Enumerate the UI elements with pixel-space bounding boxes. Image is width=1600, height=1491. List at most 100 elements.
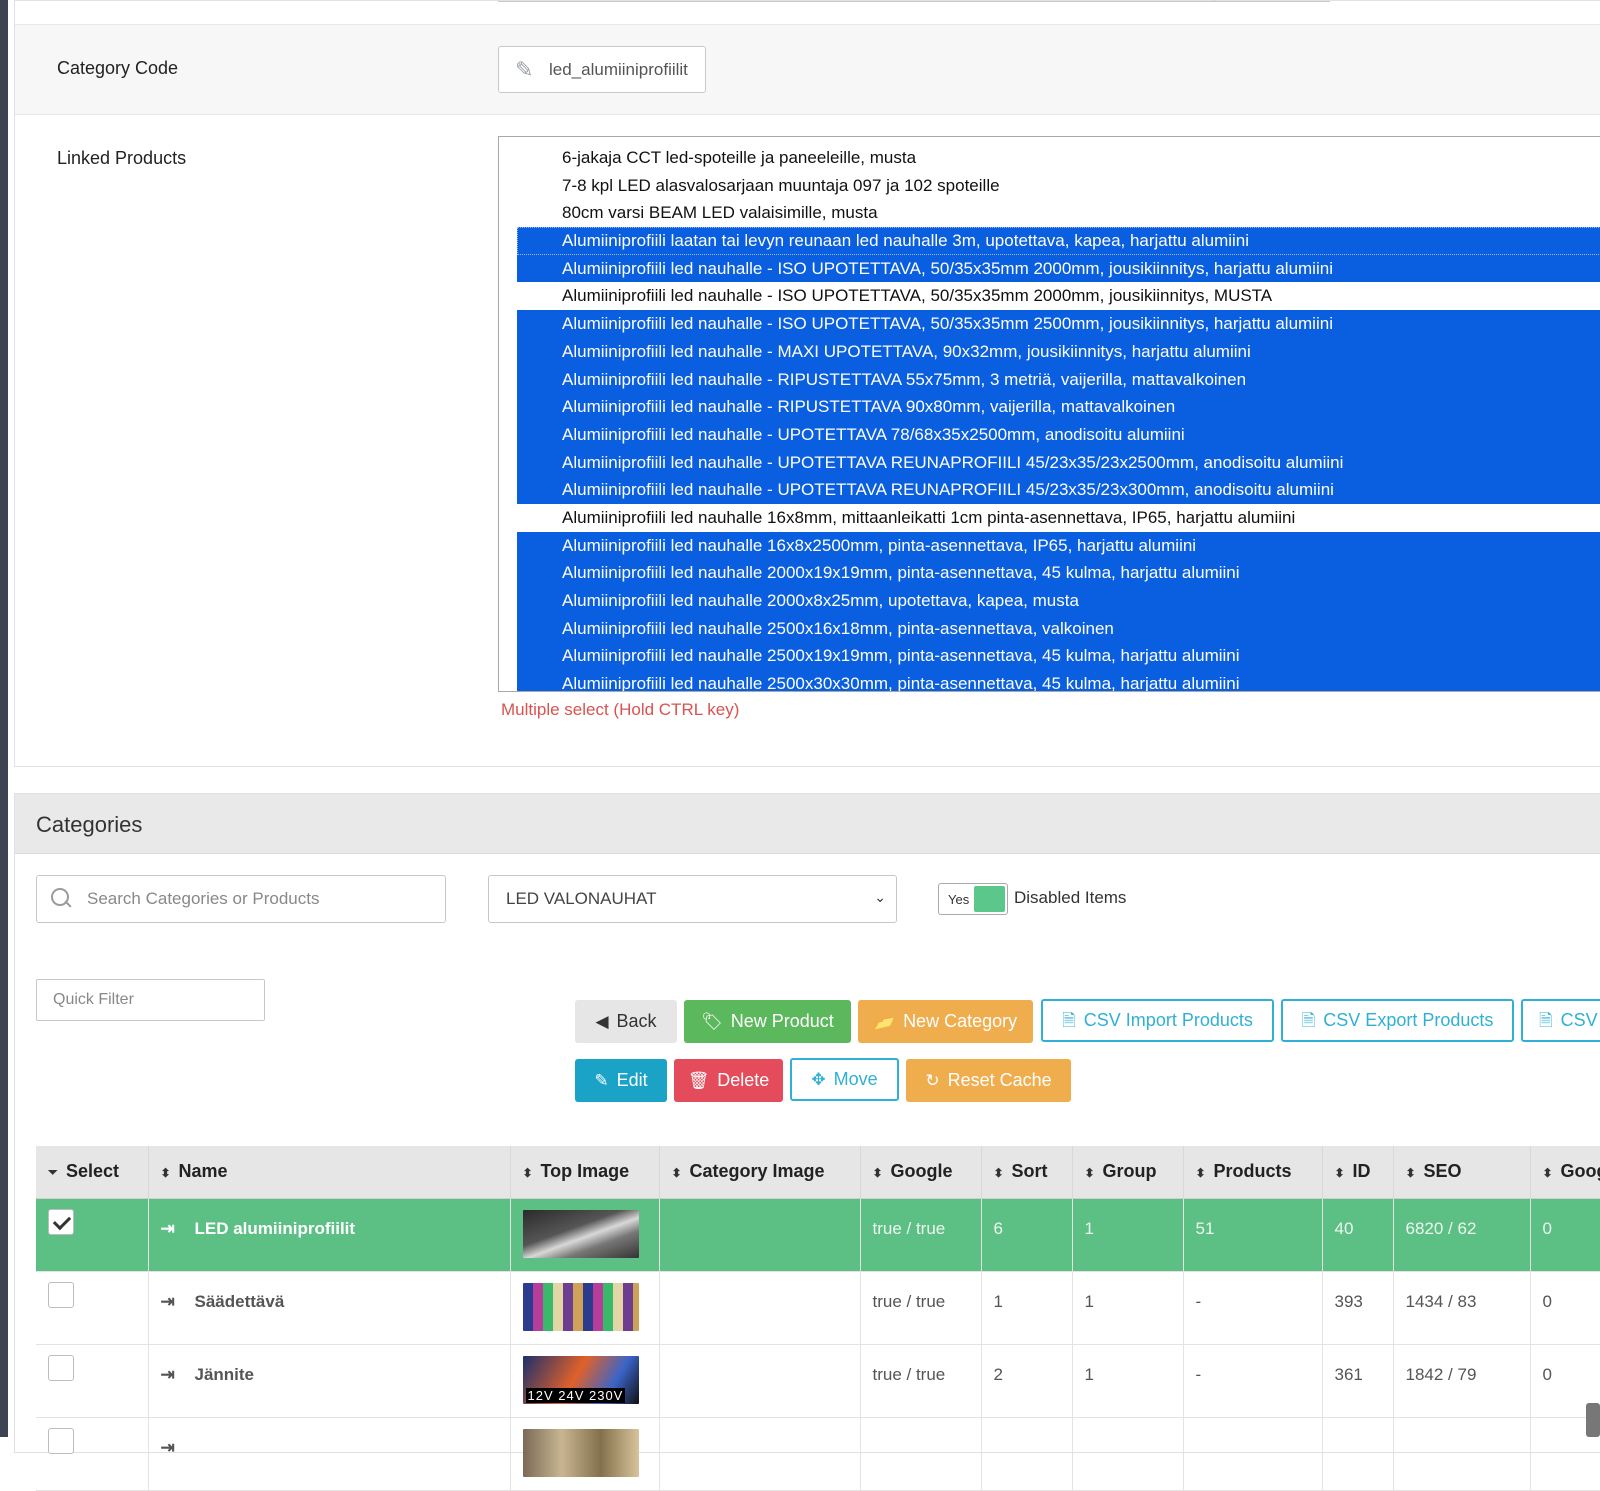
column-label: Category Image	[690, 1161, 825, 1181]
linked-product-option[interactable]: Alumiiniprofiili led nauhalle 16x8mm, mi…	[517, 504, 1600, 532]
column-label: Sort	[1012, 1161, 1048, 1181]
categories-table: ⏷Select ⬍Name ⬍Top Image ⬍Category Image…	[36, 1146, 1600, 1491]
linked-product-option[interactable]: Alumiiniprofiili led nauhalle 2000x8x25m…	[517, 587, 1600, 615]
linked-products-multiselect[interactable]: 6-jakaja CCT led-spoteille ja paneeleill…	[498, 136, 1600, 692]
name-cell[interactable]: ⇥	[148, 1417, 510, 1490]
search-box[interactable]	[36, 875, 446, 923]
linked-product-option[interactable]: Alumiiniprofiili led nauhalle 2500x19x19…	[517, 642, 1600, 670]
edit-label: Edit	[617, 1070, 648, 1091]
column-header-group[interactable]: ⬍Group	[1072, 1146, 1183, 1198]
column-header-id[interactable]: ⬍ ID	[1322, 1146, 1393, 1198]
group-cell	[1072, 1417, 1183, 1490]
select-cell[interactable]	[36, 1198, 148, 1271]
column-header-seo[interactable]: ⬍SEO	[1393, 1146, 1530, 1198]
quick-filter-input[interactable]	[51, 990, 251, 1010]
linked-product-option[interactable]: Alumiiniprofiili led nauhalle - MAXI UPO…	[517, 338, 1600, 366]
scrollbar-thumb[interactable]	[1586, 1403, 1600, 1437]
name-cell[interactable]: ⇥Jännite	[148, 1344, 510, 1417]
category-code-field[interactable]: ✎ led_alumiiniprofiilit	[498, 46, 706, 93]
new-product-button[interactable]: 🏷 New Product	[684, 1000, 851, 1043]
sort-icon: ⬍	[1196, 1166, 1206, 1180]
row-checkbox[interactable]	[48, 1428, 74, 1454]
top-image-cell	[510, 1198, 659, 1271]
select-cell[interactable]	[36, 1417, 148, 1490]
table-row[interactable]: ⇥Jännite12V 24V 230Vtrue / true21-361184…	[36, 1344, 1600, 1417]
top-image-thumbnail	[523, 1210, 639, 1258]
linked-product-option[interactable]: Alumiiniprofiili led nauhalle - ISO UPOT…	[517, 282, 1600, 310]
name-cell[interactable]: ⇥Säädettävä	[148, 1271, 510, 1344]
table-row[interactable]: ⇥	[36, 1417, 1600, 1490]
row-checkbox[interactable]	[48, 1282, 74, 1308]
column-header-goog[interactable]: ⬍Goog	[1530, 1146, 1600, 1198]
column-header-google[interactable]: ⬍Google	[860, 1146, 981, 1198]
csv-export-button[interactable]: 🗎 CSV Export Products	[1281, 999, 1514, 1042]
delete-button[interactable]: 🗑 Delete	[674, 1059, 783, 1102]
linked-product-option[interactable]: Alumiiniprofiili led nauhalle - UPOTETTA…	[517, 421, 1600, 449]
group-cell: 1	[1072, 1198, 1183, 1271]
column-header-select[interactable]: ⏷Select	[36, 1146, 148, 1198]
linked-product-option[interactable]: Alumiiniprofiili led nauhalle - RIPUSTET…	[517, 366, 1600, 394]
linked-product-option[interactable]: 80cm varsi BEAM LED valaisimille, musta	[517, 199, 1600, 227]
select-cell[interactable]	[36, 1271, 148, 1344]
sign-in-icon: ⇥	[161, 1292, 183, 1312]
seo-cell: 1434 / 83	[1393, 1271, 1530, 1344]
row-checkbox[interactable]	[48, 1209, 74, 1235]
linked-product-option[interactable]: Alumiiniprofiili led nauhalle 2500x30x30…	[517, 670, 1600, 692]
column-header-sort[interactable]: ⬍ Sort	[981, 1146, 1072, 1198]
column-header-products[interactable]: ⬍Products	[1183, 1146, 1322, 1198]
column-header-top-image[interactable]: ⬍Top Image	[510, 1146, 659, 1198]
top-image-cell	[510, 1417, 659, 1490]
quick-filter-box[interactable]	[36, 979, 265, 1021]
linked-product-option[interactable]: Alumiiniprofiili led nauhalle 2500x16x18…	[517, 615, 1600, 643]
sort-icon: ⬍	[994, 1166, 1004, 1180]
linked-product-option[interactable]: 7-8 kpl LED alasvalosarjaan muuntaja 097…	[517, 172, 1600, 200]
linked-product-option[interactable]: Alumiiniprofiili led nauhalle - RIPUSTET…	[517, 393, 1600, 421]
select-cell[interactable]	[36, 1344, 148, 1417]
linked-product-option[interactable]: Alumiiniprofiili led nauhalle - ISO UPOT…	[517, 310, 1600, 338]
category-select[interactable]: LED VALONAUHAT ⌄	[488, 875, 897, 923]
csv-import-button[interactable]: 🗎 CSV Import Products	[1041, 999, 1274, 1042]
linked-products-label: Linked Products	[57, 148, 186, 169]
table-row[interactable]: ⇥LED alumiiniprofiilittrue / true6151406…	[36, 1198, 1600, 1271]
sort-cell: 1	[981, 1271, 1072, 1344]
table-header-row: ⏷Select ⬍Name ⬍Top Image ⬍Category Image…	[36, 1146, 1600, 1198]
table-row[interactable]: ⇥Säädettävätrue / true11-3931434 / 830	[36, 1271, 1600, 1344]
edit-button[interactable]: ✎ Edit	[575, 1059, 667, 1102]
linked-product-option[interactable]: Alumiiniprofiili led nauhalle - UPOTETTA…	[517, 476, 1600, 504]
back-button-label: Back	[617, 1011, 657, 1032]
new-category-button[interactable]: 📂 New Category	[858, 1000, 1033, 1043]
column-label: ID	[1353, 1161, 1371, 1181]
reset-cache-label: Reset Cache	[948, 1070, 1052, 1091]
chevron-down-icon: ⌄	[874, 889, 886, 906]
search-input[interactable]	[85, 888, 415, 910]
id-cell: 40	[1322, 1198, 1393, 1271]
category-name: LED alumiiniprofiilit	[195, 1219, 356, 1238]
linked-product-option[interactable]: 6-jakaja CCT led-spoteille ja paneeleill…	[517, 144, 1600, 172]
linked-product-option[interactable]: Alumiiniprofiili led nauhalle 2000x19x19…	[517, 559, 1600, 587]
column-label: Goog	[1561, 1161, 1600, 1181]
products-cell	[1183, 1417, 1322, 1490]
name-cell[interactable]: ⇥LED alumiiniprofiilit	[148, 1198, 510, 1271]
csv-import-label: CSV Import Products	[1084, 1010, 1253, 1031]
linked-product-option[interactable]: Alumiiniprofiili led nauhalle - UPOTETTA…	[517, 449, 1600, 477]
sort-icon: ⬍	[1335, 1166, 1345, 1180]
reset-cache-button[interactable]: ↻ Reset Cache	[906, 1059, 1071, 1102]
sort-cell	[981, 1417, 1072, 1490]
back-button[interactable]: ◀ Back	[575, 1000, 677, 1043]
sign-in-icon: ⇥	[161, 1365, 183, 1385]
row-checkbox[interactable]	[48, 1355, 74, 1381]
sign-in-icon: ⇥	[161, 1438, 183, 1458]
linked-product-option[interactable]: Alumiiniprofiili laatan tai levyn reunaa…	[517, 227, 1600, 255]
csv-extra-button[interactable]: 🗎 CSV	[1521, 999, 1600, 1042]
toggle-knob	[974, 886, 1005, 912]
column-header-name[interactable]: ⬍Name	[148, 1146, 510, 1198]
disabled-items-toggle[interactable]: Yes	[938, 883, 1008, 915]
move-button[interactable]: ✥ Move	[790, 1058, 899, 1101]
column-header-category-image[interactable]: ⬍Category Image	[659, 1146, 860, 1198]
top-image-thumbnail: 12V 24V 230V	[523, 1356, 639, 1404]
id-cell: 393	[1322, 1271, 1393, 1344]
voltage-label: 12V 24V 230V	[526, 1388, 626, 1403]
linked-product-option[interactable]: Alumiiniprofiili led nauhalle 16x8x2500m…	[517, 532, 1600, 560]
sort-cell: 6	[981, 1198, 1072, 1271]
linked-product-option[interactable]: Alumiiniprofiili led nauhalle - ISO UPOT…	[517, 255, 1600, 283]
